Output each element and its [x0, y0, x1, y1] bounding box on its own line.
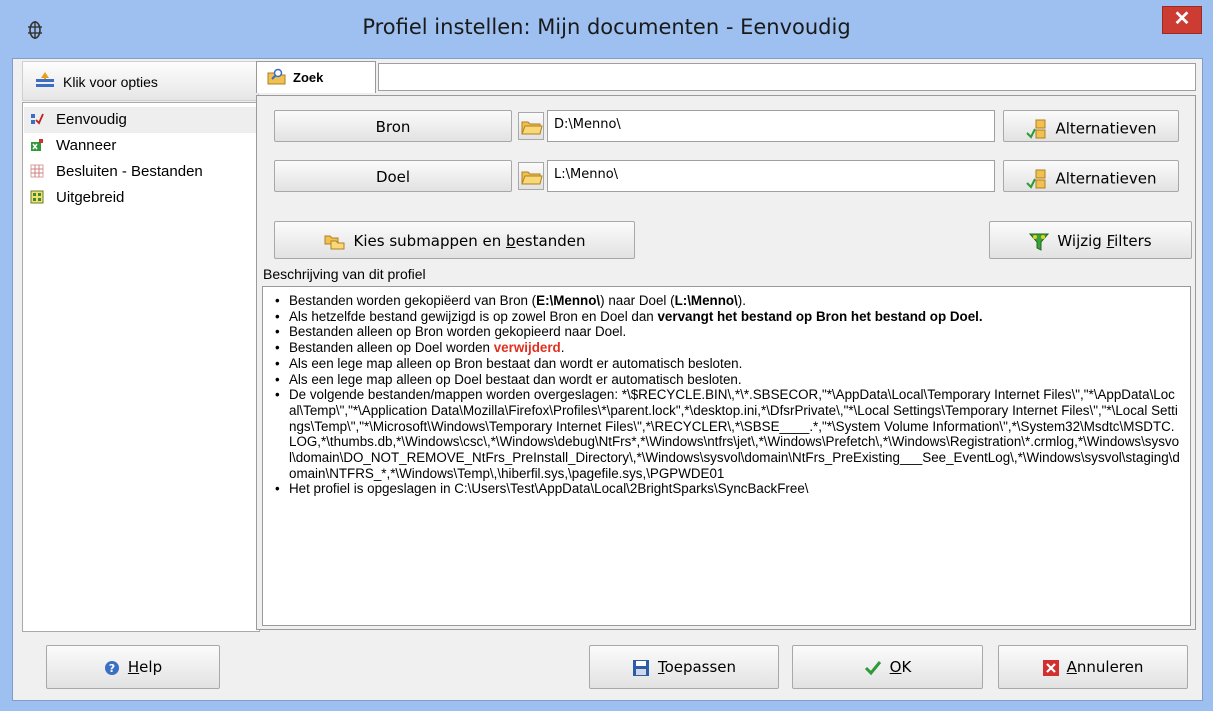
- change-filters-button[interactable]: Wijzig Filters: [989, 221, 1192, 259]
- text-part: Bestanden worden gekopiëerd van Bron (: [289, 293, 537, 308]
- destination-button-label: Doel: [375, 168, 411, 186]
- description-line: Bestanden alleen op Doel worden verwijde…: [273, 340, 1180, 356]
- profile-settings-window: Profiel instellen: Mijn documenten - Een…: [0, 0, 1213, 711]
- subfolders-label-part: Kies submappen en: [353, 232, 507, 250]
- help-button[interactable]: ? Help: [46, 645, 220, 689]
- help-icon: ?: [104, 660, 119, 675]
- profile-description: Bestanden worden gekopiëerd van Bron (E:…: [262, 286, 1191, 626]
- description-line: Het profiel is opgeslagen in C:\Users\Te…: [273, 481, 1180, 497]
- left-pane: Klik voor opties Eenvoudig Wanneer Beslu…: [22, 61, 261, 633]
- sidebar-item-wanneer[interactable]: Wanneer: [24, 133, 258, 159]
- apply-label-accel: T: [657, 658, 665, 676]
- search-row: Zoek: [256, 61, 1196, 93]
- options-button[interactable]: Klik voor opties: [22, 61, 259, 101]
- options-menu-icon: [36, 72, 54, 87]
- subfolders-label-accel: b: [506, 232, 516, 250]
- description-heading: Beschrijving van dit profiel: [263, 266, 426, 282]
- subfolders-label-part: estanden: [515, 232, 586, 250]
- destination-button[interactable]: Doel: [274, 160, 512, 192]
- ok-label-part: K: [901, 658, 912, 676]
- destination-path-field[interactable]: L:\Menno\: [547, 160, 995, 192]
- sidebar-item-label: Wanneer: [56, 137, 117, 154]
- ok-button[interactable]: OK: [792, 645, 983, 689]
- footer-bar: ? Help Toepassen OK Annuleren: [13, 637, 1202, 700]
- cancel-x-icon: [1042, 659, 1059, 676]
- simple-settings-panel: Bron D:\Menno\ Alternatieven Doel L:\Men…: [256, 95, 1196, 630]
- source-alternatives-label: Alternatieven: [1055, 119, 1157, 138]
- close-button[interactable]: ✕: [1162, 6, 1202, 34]
- profile-section-list: Eenvoudig Wanneer Besluiten - Bestanden …: [22, 102, 260, 632]
- window-title: Profiel instellen: Mijn documenten - Een…: [362, 15, 851, 39]
- filters-label-accel: F: [1106, 232, 1115, 250]
- sidebar-item-uitgebreid[interactable]: Uitgebreid: [24, 185, 258, 211]
- simple-profile-icon: [31, 113, 44, 125]
- description-line: Bestanden alleen op Bron worden gekopiee…: [273, 324, 1180, 340]
- cancel-label-accel: A: [1066, 658, 1077, 676]
- folder-icon: [521, 171, 543, 185]
- destination-alternatives-button[interactable]: Alternatieven: [1003, 160, 1179, 192]
- dialog-client-area: Klik voor opties Eenvoudig Wanneer Beslu…: [12, 58, 1203, 701]
- filter-funnel-icon: [1029, 233, 1050, 251]
- delete-warning-text: verwijderd: [493, 340, 561, 356]
- description-line: Als hetzelfde bestand gewijzigd is op zo…: [273, 309, 1180, 325]
- schedule-icon: [31, 139, 43, 151]
- save-disk-icon: [632, 659, 649, 676]
- cancel-label-part: nnuleren: [1076, 658, 1144, 676]
- sidebar-item-eenvoudig[interactable]: Eenvoudig: [24, 107, 258, 133]
- description-line: Als een lege map alleen op Bron bestaat …: [273, 356, 1180, 372]
- ok-label-accel: O: [889, 658, 902, 676]
- source-button[interactable]: Bron: [274, 110, 512, 142]
- destination-alternatives-label: Alternatieven: [1055, 169, 1157, 188]
- tab-zoek-label: Zoek: [293, 70, 324, 85]
- alternatives-icon: [1026, 119, 1046, 139]
- description-line: De volgende bestanden/mappen worden over…: [273, 387, 1180, 481]
- advanced-grid-icon: [30, 190, 44, 204]
- source-path-field[interactable]: D:\Menno\: [547, 110, 995, 142]
- sidebar-item-label: Besluiten - Bestanden: [56, 163, 203, 180]
- text-part: ).: [737, 293, 746, 308]
- destination-path-text: L:\Menno\: [674, 293, 738, 308]
- sidebar-item-besluiten-bestanden[interactable]: Besluiten - Bestanden: [24, 159, 258, 185]
- alternatives-icon: [1026, 169, 1046, 189]
- choose-subfolders-button[interactable]: Kies submappen en bestanden: [274, 221, 635, 259]
- text-part: .: [560, 340, 565, 356]
- options-label: Klik voor opties: [63, 74, 158, 90]
- description-line: Bestanden worden gekopiëerd van Bron (E:…: [273, 293, 1180, 309]
- tab-zoek[interactable]: Zoek: [256, 61, 376, 93]
- help-label-accel: H: [127, 658, 140, 676]
- text-part: ) naar Doel (: [600, 293, 675, 308]
- filters-label-part: ilters: [1114, 232, 1152, 250]
- text-part: Als hetzelfde bestand gewijzigd is op zo…: [289, 308, 658, 324]
- filters-label-part: Wijzig: [1057, 232, 1107, 250]
- subfolders-icon: [324, 235, 345, 249]
- source-browse-button[interactable]: [518, 112, 544, 140]
- svg-text:?: ?: [109, 662, 115, 675]
- checkmark-icon: [864, 660, 881, 675]
- sidebar-item-label: Eenvoudig: [56, 111, 127, 128]
- source-alternatives-button[interactable]: Alternatieven: [1003, 110, 1179, 142]
- description-line: Als een lege map alleen op Doel bestaat …: [273, 372, 1180, 388]
- title-bar[interactable]: Profiel instellen: Mijn documenten - Een…: [0, 0, 1213, 58]
- search-input[interactable]: [378, 63, 1196, 91]
- folder-icon: [521, 121, 543, 135]
- text-part: Bestanden alleen op Doel worden: [289, 340, 494, 356]
- emphasis-text: vervangt het bestand op Bron het bestand…: [657, 308, 983, 324]
- search-folder-icon: [267, 68, 286, 85]
- decisions-files-icon: [30, 164, 44, 178]
- help-label-part: elp: [139, 658, 163, 676]
- source-button-label: Bron: [375, 118, 411, 136]
- apply-button[interactable]: Toepassen: [589, 645, 779, 689]
- apply-label-part: oepassen: [664, 658, 737, 676]
- close-icon: ✕: [1173, 8, 1191, 30]
- sidebar-item-label: Uitgebreid: [56, 189, 125, 206]
- source-path-text: E:\Menno\: [536, 293, 601, 308]
- cancel-button[interactable]: Annuleren: [998, 645, 1188, 689]
- destination-browse-button[interactable]: [518, 162, 544, 190]
